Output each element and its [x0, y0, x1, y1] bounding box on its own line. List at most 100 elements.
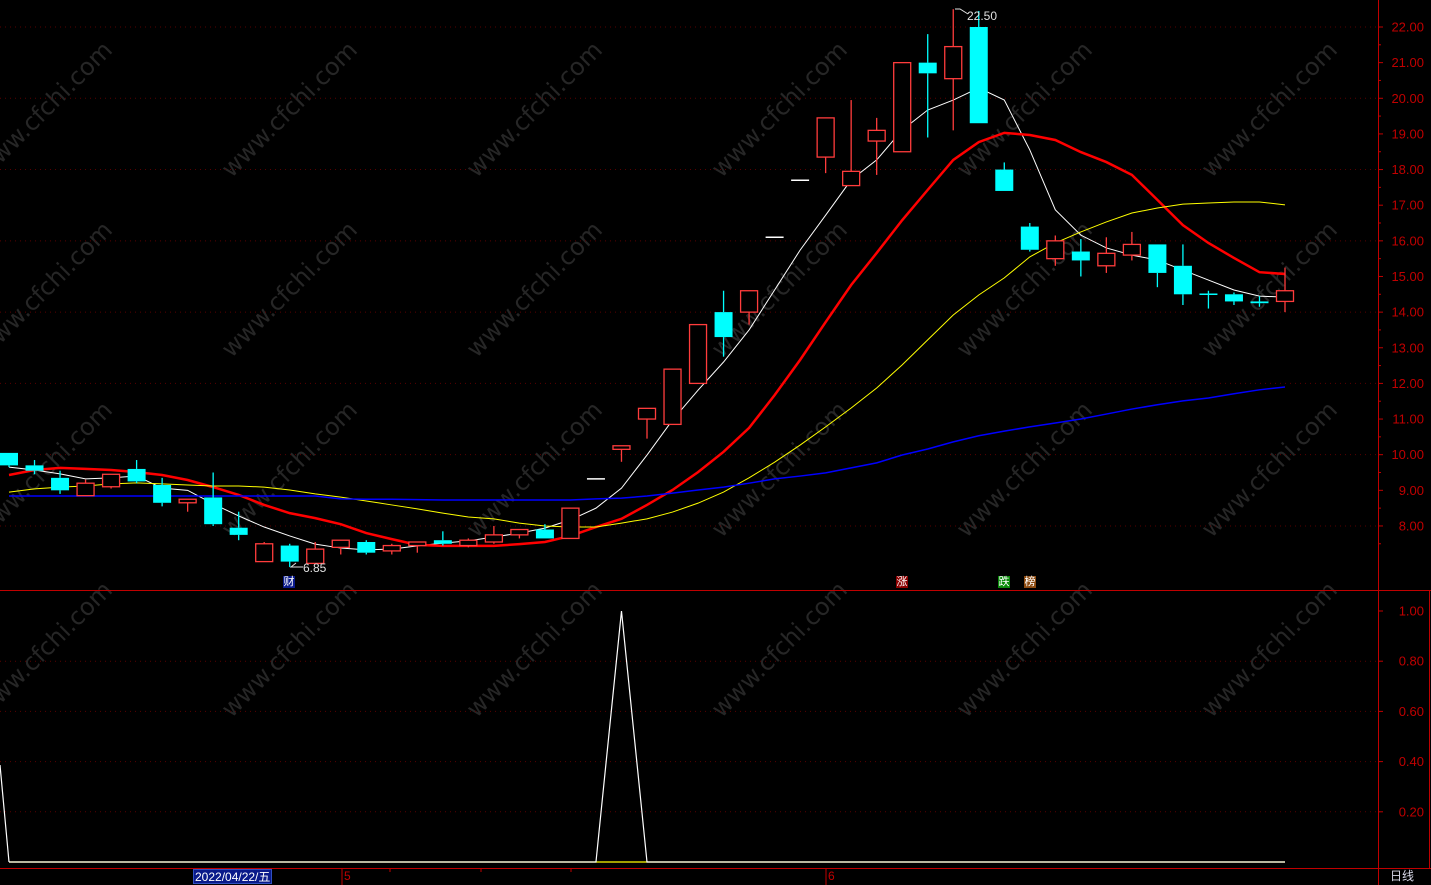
candle-body — [739, 290, 759, 313]
moving-averages — [8, 87, 1286, 551]
candle — [255, 541, 274, 563]
watermark-text: www.cfchi.com — [461, 216, 608, 363]
candle-body — [153, 484, 172, 503]
indicator-tick-label: 0.60 — [1399, 704, 1424, 719]
candle-body — [25, 465, 44, 471]
watermark-text: www.cfchi.com — [706, 36, 853, 183]
marker-finance[interactable]: 财 — [283, 576, 295, 588]
marker-rise[interactable]: 涨 — [896, 576, 908, 588]
watermark-text: www.cfchi.com — [216, 36, 363, 183]
watermark-text: www.cfchi.com — [951, 576, 1098, 723]
marker-ranking[interactable]: 榜 — [1024, 576, 1036, 588]
candle — [1199, 290, 1218, 309]
price-tick-label: 18.00 — [1391, 162, 1424, 177]
watermark-text: www.cfchi.com — [461, 36, 608, 183]
marker-fall[interactable]: 跌 — [998, 576, 1010, 588]
watermark-text: www.cfchi.com — [0, 36, 118, 183]
candle-body — [1071, 251, 1090, 261]
indicator-tick-label: 1.00 — [1399, 604, 1424, 619]
candle-body — [382, 544, 401, 552]
price-tick-label: 9.00 — [1399, 483, 1424, 498]
candle-body — [561, 507, 580, 540]
candle-body — [280, 545, 299, 562]
candle-body — [76, 482, 95, 497]
candle-body — [331, 539, 350, 548]
chart-frame — [0, 0, 1431, 885]
candle-body — [816, 117, 835, 158]
price-tick-label: 22.00 — [1391, 20, 1424, 35]
watermark-text: www.cfchi.com — [0, 216, 118, 363]
price-tick-label: 14.00 — [1391, 305, 1424, 320]
candle-body — [0, 452, 18, 466]
candle — [153, 477, 172, 507]
watermark-text: www.cfchi.com — [951, 396, 1098, 543]
candle-body — [612, 445, 631, 450]
candle-body — [433, 540, 452, 544]
candle-body — [1020, 226, 1039, 250]
candle — [1173, 244, 1192, 305]
price-tick-label: 12.00 — [1391, 376, 1424, 391]
candle — [637, 407, 657, 439]
candle — [688, 323, 708, 385]
candle — [382, 543, 401, 555]
price-tick-label: 10.00 — [1391, 447, 1424, 462]
watermark-text: www.cfchi.com — [706, 396, 853, 543]
candle — [969, 10, 988, 124]
watermark-text: www.cfchi.com — [1196, 216, 1343, 363]
price-axis: 22.00 21.00 20.00 19.00 18.00 17.00 16.00 15.00… — [1378, 20, 1424, 819]
candle — [331, 539, 350, 555]
price-tick-label: 20.00 — [1391, 91, 1424, 106]
low-arrow — [289, 562, 303, 568]
candle-body — [204, 497, 223, 525]
candle — [408, 541, 427, 553]
candle — [918, 34, 937, 138]
candle-body — [714, 312, 733, 338]
candle-body — [484, 534, 504, 543]
month-label-6: 6 — [828, 869, 835, 883]
candle — [893, 61, 912, 153]
watermark-text: www.cfchi.com — [1196, 576, 1343, 723]
candle-body — [842, 170, 861, 187]
candle-body — [1148, 244, 1167, 273]
candle-body — [1224, 294, 1243, 302]
candle — [561, 507, 580, 540]
candle — [1097, 237, 1116, 273]
annotations: 22.50 6.85 — [289, 8, 997, 575]
marker-rise-label: 涨 — [896, 575, 908, 588]
candle — [995, 162, 1014, 191]
candle-body — [1275, 290, 1295, 303]
candle-body — [357, 541, 376, 553]
candle-body — [101, 473, 121, 488]
candle-body — [637, 407, 657, 420]
candle-body — [408, 541, 427, 547]
watermark-text: www.cfchi.com — [216, 576, 363, 723]
candle-body — [944, 45, 963, 80]
candle-body — [1046, 240, 1065, 260]
moving-average-line — [8, 131, 1286, 548]
candle — [612, 445, 631, 462]
candle-body — [51, 477, 70, 491]
indicator-lines — [0, 610, 1285, 863]
candles — [0, 9, 1295, 567]
period-selector[interactable]: 日线 — [1390, 869, 1414, 884]
candle — [0, 452, 18, 468]
candle-body — [893, 61, 912, 153]
watermark-text: www.cfchi.com — [706, 576, 853, 723]
price-tick-label: 8.00 — [1399, 518, 1424, 533]
candle — [510, 528, 529, 539]
marker-ranking-label: 榜 — [1024, 575, 1036, 588]
stock-chart[interactable]: www.cfchi.com www.cfchi.com www.cfchi.com w… — [0, 0, 1431, 885]
watermark-text: www.cfchi.com — [461, 576, 608, 723]
selected-date: 2022/04/22/五 — [193, 869, 273, 884]
candle-body — [535, 529, 554, 539]
candle-body — [127, 468, 146, 482]
candle — [101, 473, 121, 489]
moving-average-line — [8, 201, 1286, 528]
watermark-text: www.cfchi.com — [1196, 36, 1343, 183]
watermark-text: www.cfchi.com — [216, 216, 363, 363]
candle-body — [867, 129, 886, 142]
candle — [867, 117, 886, 175]
candle-body — [1173, 265, 1192, 295]
marker-finance-label: 财 — [283, 575, 295, 588]
candle — [357, 540, 376, 555]
